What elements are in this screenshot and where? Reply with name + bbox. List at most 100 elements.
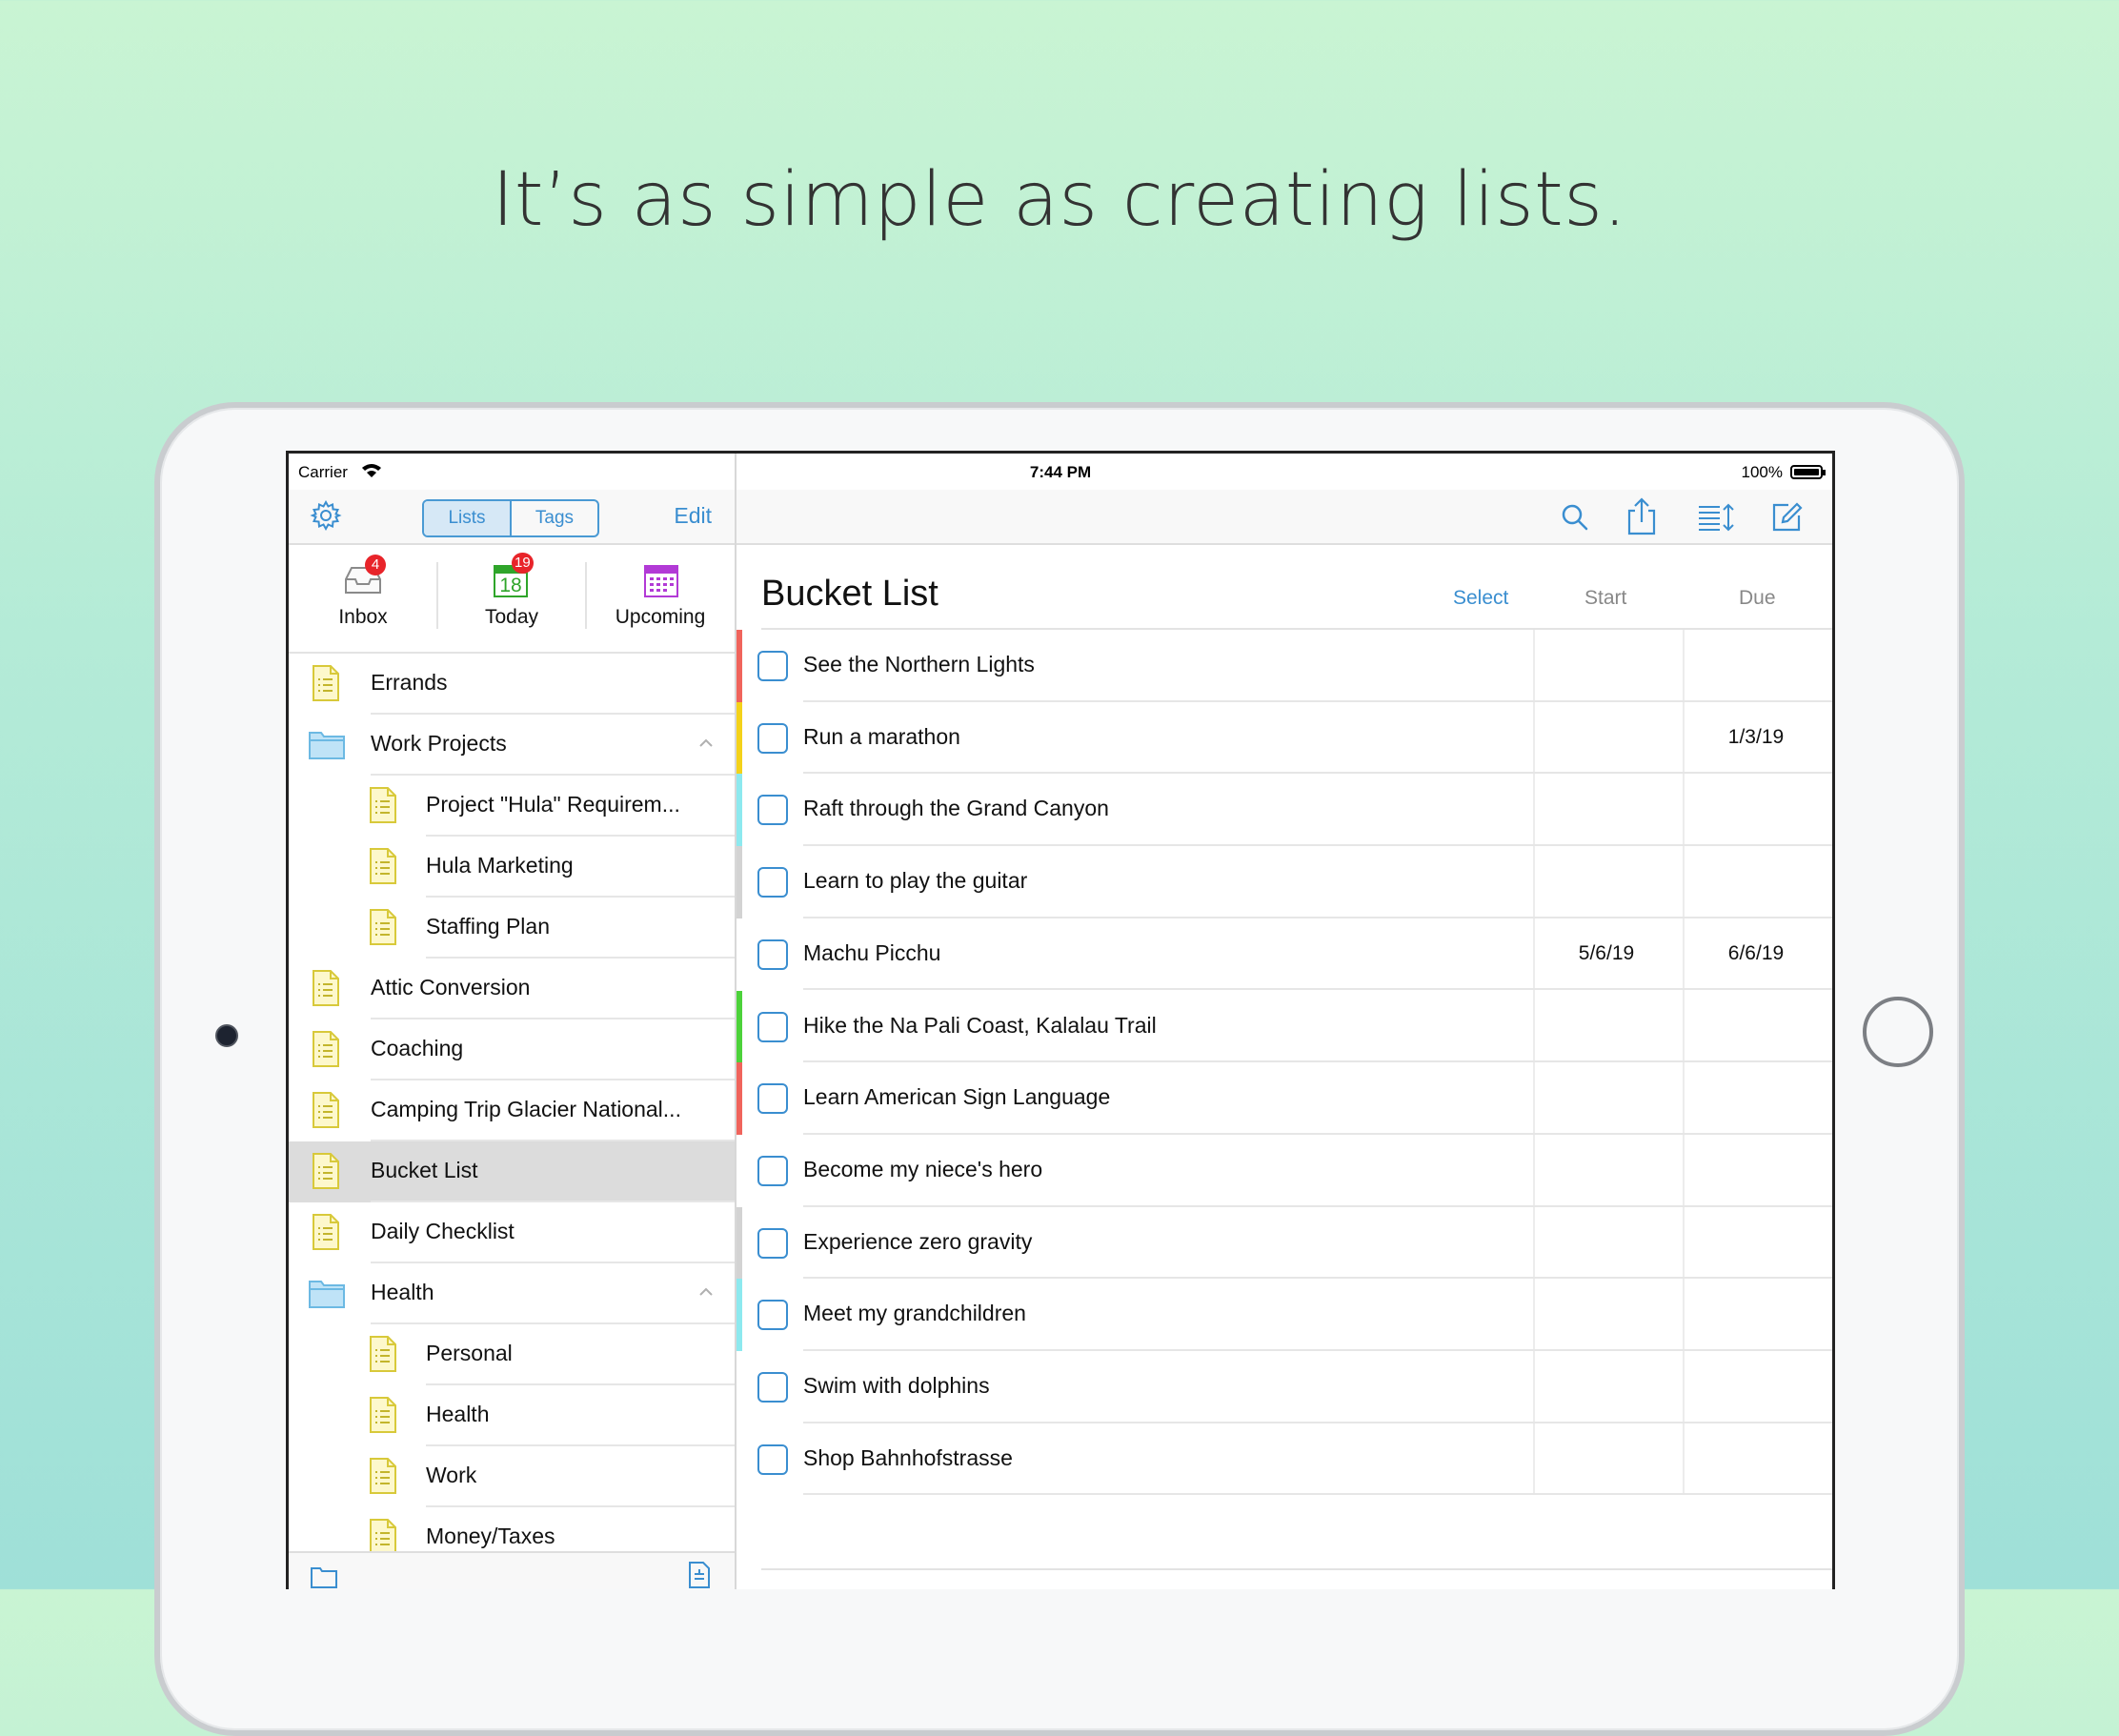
task-row[interactable]: Meet my grandchildren (737, 1279, 1832, 1351)
task-checkbox[interactable] (757, 1372, 788, 1403)
sidebar-list-item[interactable]: Staffing Plan (289, 898, 735, 959)
tag-color-bar (737, 1423, 742, 1496)
list-document-icon (370, 848, 396, 884)
tag-color-bar (737, 1351, 742, 1423)
sidebar-list-item[interactable]: Personal (289, 1324, 735, 1385)
task-title: See the Northern Lights (803, 652, 1035, 676)
main-toolbar (737, 490, 1832, 545)
sort-icon[interactable] (1695, 497, 1735, 535)
sidebar-list-item[interactable]: Errands (289, 654, 735, 715)
chevron-up-icon[interactable] (698, 736, 714, 751)
task-row[interactable]: Swim with dolphins (737, 1351, 1832, 1423)
tag-color-bar (737, 1206, 742, 1280)
smart-list-label: Upcoming (615, 606, 706, 628)
list-document-icon (313, 1031, 339, 1067)
list-name: Daily Checklist (371, 1219, 515, 1243)
list-document-icon (313, 970, 339, 1006)
list-document-icon (370, 909, 396, 945)
task-row[interactable]: Run a marathon 1/3/19 (737, 701, 1832, 775)
sidebar-list-item[interactable]: Daily Checklist (289, 1202, 735, 1263)
chevron-up-icon[interactable] (698, 1284, 714, 1300)
tag-color-bar (737, 701, 742, 775)
tag-color-bar (737, 846, 742, 918)
sidebar-list-item[interactable]: Hula Marketing (289, 837, 735, 898)
task-checkbox[interactable] (757, 1300, 788, 1331)
compose-icon[interactable] (1769, 497, 1804, 535)
list-name: Work Projects (371, 731, 507, 756)
list-name: Errands (371, 670, 448, 695)
task-row[interactable]: Shop Bahnhofstrasse (737, 1423, 1832, 1496)
list-document-icon (370, 787, 396, 823)
sidebar-list-item[interactable]: Bucket List (289, 1141, 735, 1202)
list-name: Money/Taxes (426, 1524, 555, 1548)
task-checkbox[interactable] (757, 722, 788, 754)
sidebar-folder[interactable]: Health (289, 1263, 735, 1324)
new-folder-icon[interactable] (310, 1563, 338, 1589)
list-document-icon (370, 1519, 396, 1555)
task-row[interactable]: Become my niece's hero (737, 1135, 1832, 1207)
sidebar-list-item[interactable]: Work (289, 1446, 735, 1507)
due-column-header[interactable]: Due (1739, 587, 1776, 610)
smart-list-upcoming[interactable]: Upcoming (586, 545, 735, 652)
list-document-icon (313, 1092, 339, 1128)
list-name: Attic Conversion (371, 975, 531, 999)
inbox-badge: 4 (365, 555, 386, 575)
list-name: Personal (426, 1341, 513, 1365)
smart-lists: 4 Inbox 18 19 Today Upcoming (289, 545, 735, 654)
task-checkbox[interactable] (757, 1443, 788, 1475)
clock: 7:44 PM (1029, 463, 1092, 481)
main-pane: Bucket List Select Start Due See the Nor… (737, 454, 1832, 1589)
task-row[interactable]: Learn to play the guitar (737, 846, 1832, 918)
task-row[interactable]: Machu Picchu 5/6/19 6/6/19 (737, 918, 1832, 991)
task-title: Run a marathon (803, 723, 960, 749)
share-icon[interactable] (1625, 497, 1659, 535)
smart-list-inbox[interactable]: 4 Inbox (289, 545, 437, 652)
calendar-upcoming-icon (644, 565, 678, 597)
list-document-icon (313, 665, 339, 701)
search-icon[interactable] (1558, 497, 1592, 535)
segment-tags[interactable]: Tags (512, 501, 597, 535)
segment-lists[interactable]: Lists (424, 501, 512, 535)
new-list-icon[interactable] (687, 1561, 712, 1589)
task-title: Become my niece's hero (803, 1156, 1043, 1181)
sidebar-list-item[interactable]: Health (289, 1385, 735, 1446)
list-name: Health (426, 1402, 490, 1426)
edit-button[interactable]: Edit (674, 503, 712, 529)
task-checkbox[interactable] (757, 1227, 788, 1259)
task-checkbox[interactable] (757, 1083, 788, 1115)
sidebar-list-item[interactable]: Attic Conversion (289, 959, 735, 1019)
smart-list-today[interactable]: 18 19 Today (437, 545, 586, 652)
tag-color-bar (737, 990, 742, 1063)
folder-icon (309, 732, 345, 759)
task-checkbox[interactable] (757, 1155, 788, 1186)
smart-list-label: Inbox (338, 606, 388, 628)
task-title: Learn American Sign Language (803, 1084, 1111, 1110)
task-row[interactable]: Raft through the Grand Canyon (737, 774, 1832, 847)
today-badge: 19 (512, 553, 534, 574)
task-row[interactable]: Experience zero gravity (737, 1206, 1832, 1280)
sidebar-list-item[interactable]: Camping Trip Glacier National... (289, 1080, 735, 1141)
select-button[interactable]: Select (1453, 587, 1508, 610)
sidebar-list-item[interactable]: Project "Hula" Requirem... (289, 776, 735, 837)
task-checkbox[interactable] (757, 939, 788, 970)
sidebar: Lists Tags Edit 4 Inbox 18 19 Today Upco… (289, 454, 737, 1589)
tag-color-bar (737, 774, 742, 847)
list-name: Project "Hula" Requirem... (426, 792, 680, 817)
sidebar-folder[interactable]: Work Projects (289, 715, 735, 776)
task-checkbox[interactable] (757, 867, 788, 898)
task-row[interactable]: Learn American Sign Language (737, 1062, 1832, 1135)
list-document-icon (370, 1336, 396, 1372)
gear-icon[interactable] (310, 499, 342, 532)
task-row[interactable]: See the Northern Lights (737, 630, 1832, 702)
task-title: Raft through the Grand Canyon (803, 796, 1109, 821)
tag-color-bar (737, 1279, 742, 1351)
task-checkbox[interactable] (757, 795, 788, 826)
home-button[interactable] (1863, 997, 1933, 1067)
task-row[interactable]: Hike the Na Pali Coast, Kalalau Trail (737, 990, 1832, 1063)
task-checkbox[interactable] (757, 651, 788, 681)
sidebar-list-item[interactable]: Coaching (289, 1019, 735, 1080)
battery-percent: 100% (1741, 463, 1783, 481)
start-column-header[interactable]: Start (1584, 587, 1626, 610)
task-checkbox[interactable] (757, 1011, 788, 1042)
folder-icon (309, 1281, 345, 1308)
